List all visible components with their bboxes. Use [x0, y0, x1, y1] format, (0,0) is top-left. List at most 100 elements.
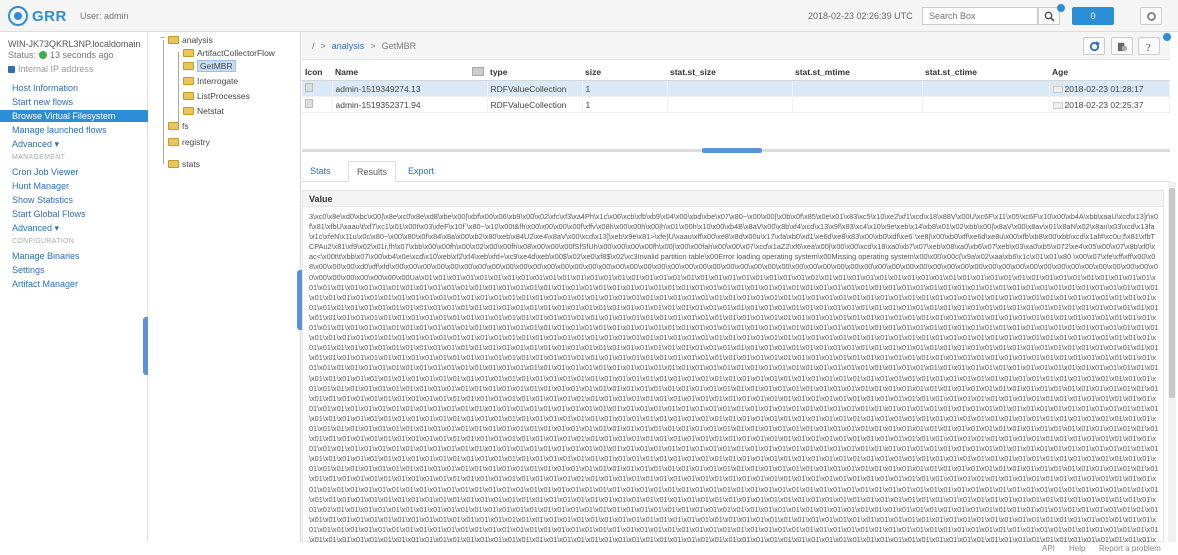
file-type: RDFValueCollection: [487, 96, 583, 113]
file-download-icon: [1117, 42, 1128, 52]
configuration-section-title: CONFIGURATION: [12, 238, 75, 245]
refresh-icon: [1089, 41, 1100, 52]
user-label: User: admin: [80, 11, 129, 21]
tree-node-registry[interactable]: registry: [168, 136, 210, 148]
nav-advanced-client[interactable]: Advanced ▾: [0, 138, 148, 150]
tree-node-label: ListProcesses: [197, 91, 250, 101]
column-header-name[interactable]: Name: [332, 64, 487, 81]
file-size: 1: [582, 96, 668, 113]
svg-text:?: ?: [1146, 42, 1151, 52]
column-header-st-ctime[interactable]: stat.st_ctime: [922, 64, 1049, 81]
tree-node-fs[interactable]: fs: [168, 120, 189, 132]
tree-node-label: stats: [182, 159, 200, 169]
tree-node-interrogate[interactable]: Interrogate: [183, 75, 238, 87]
nav-advanced-management[interactable]: Advanced ▾: [0, 222, 148, 234]
tab-results[interactable]: Results: [348, 161, 397, 182]
breadcrumb-separator: >: [320, 41, 326, 51]
column-header-icon[interactable]: Icon: [302, 64, 332, 81]
nav-cron-job-viewer[interactable]: Cron Job Viewer: [0, 166, 148, 178]
column-header-st-mtime[interactable]: stat.st_mtime: [792, 64, 922, 81]
file-age: 2018-02-23 01:28:17: [1064, 83, 1144, 94]
tree-node-label: registry: [182, 137, 210, 147]
grr-logo[interactable]: GRR: [8, 5, 67, 27]
logo-text: GRR: [32, 7, 67, 25]
results-panel: Value 3\xc0\x8e\xd0\xbc\x00|\x8e\xc0\x8e…: [302, 190, 1164, 542]
file-type: RDFValueCollection: [487, 80, 583, 97]
column-header-size[interactable]: size: [582, 64, 667, 81]
folder-icon: [183, 107, 194, 115]
tree-node-listprocesses[interactable]: ListProcesses: [183, 90, 250, 102]
settings-button[interactable]: [1140, 7, 1162, 25]
nav-browse-virtual-filesystem[interactable]: Browse Virtual Filesystem: [0, 110, 148, 122]
footer-api-link[interactable]: API: [1042, 544, 1055, 553]
tree-node-label: Interrogate: [197, 76, 239, 86]
tree-node-label: GetMBR: [197, 60, 236, 72]
help-button[interactable]: ?: [1138, 37, 1160, 55]
folder-icon: [183, 77, 194, 85]
file-icon: [305, 99, 313, 108]
collect-file-button[interactable]: [1111, 37, 1133, 55]
column-header-age[interactable]: Age: [1049, 64, 1170, 81]
nav-show-statistics[interactable]: Show Statistics: [0, 194, 148, 206]
breadcrumb-root[interactable]: /: [312, 41, 315, 51]
folder-icon: [168, 160, 179, 168]
file-st-mtime: [792, 96, 923, 113]
nav-start-global-flows[interactable]: Start Global Flows: [0, 208, 148, 220]
file-name[interactable]: admin-1519352371.94: [332, 96, 488, 113]
scrollbar-thumb[interactable]: [1169, 188, 1175, 398]
network-icon: [8, 65, 15, 73]
table-row[interactable]: admin-1519352371.94 RDFValueCollection 1…: [302, 96, 1170, 113]
nav-artifact-manager[interactable]: Artifact Manager: [0, 278, 148, 290]
tab-stats[interactable]: Stats: [302, 161, 339, 182]
file-name[interactable]: admin-1519349274.13: [332, 80, 488, 97]
tree-node-analysis[interactable]: analysis: [168, 34, 213, 46]
table-row[interactable]: admin-1519349274.13 RDFValueCollection 1…: [302, 80, 1170, 97]
left-navigation: WIN-JK73QKRL3NP.localdomain Status: 13 s…: [0, 32, 149, 542]
filesystem-tree: − analysis ArtifactCollectorFlow GetMBR …: [148, 32, 301, 542]
nav-manage-binaries[interactable]: Manage Binaries: [0, 250, 148, 262]
calendar-icon: [1052, 101, 1063, 109]
file-st-size: [667, 96, 793, 113]
search-icon: [1044, 11, 1055, 22]
nav-manage-launched-flows[interactable]: Manage launched flows: [0, 124, 148, 136]
tree-node-stats[interactable]: stats: [168, 158, 200, 170]
notifications-button[interactable]: 0: [1072, 7, 1114, 25]
folder-icon: [168, 36, 179, 44]
tree-node-netstat[interactable]: Netstat: [183, 105, 224, 117]
splitter-handle[interactable]: [702, 148, 762, 153]
client-hostname[interactable]: WIN-JK73QKRL3NP.localdomain: [8, 39, 140, 49]
file-icon-cell: [302, 80, 333, 97]
breadcrumb: / > analysis > GetMBR: [312, 41, 416, 51]
refresh-button[interactable]: [1083, 37, 1105, 55]
help-notification-dot: [1163, 33, 1171, 41]
folder-icon: [168, 122, 179, 130]
file-st-ctime: [922, 96, 1050, 113]
help-icon: ?: [1146, 42, 1151, 52]
breadcrumb-analysis[interactable]: analysis: [332, 41, 365, 51]
tree-node-getmbr[interactable]: GetMBR: [183, 60, 236, 72]
column-header-st-size[interactable]: stat.st_size: [667, 64, 792, 81]
breadcrumb-bar: / > analysis > GetMBR ?: [302, 32, 1171, 60]
tree-collapse-toggle[interactable]: −: [160, 34, 167, 42]
gear-icon: [1147, 12, 1156, 21]
calendar-icon: [1052, 85, 1063, 93]
nav-start-new-flows[interactable]: Start new flows: [0, 96, 148, 108]
footer-report-problem-link[interactable]: Report a problem: [1099, 544, 1161, 553]
column-header-type[interactable]: type: [487, 64, 582, 81]
footer-help-link[interactable]: Help: [1069, 544, 1085, 553]
nav-settings[interactable]: Settings: [0, 264, 148, 276]
nav-host-information[interactable]: Host Information: [0, 82, 148, 94]
sort-icon[interactable]: [472, 67, 484, 76]
client-ip: Internal IP address: [8, 64, 93, 74]
tree-node-artifactcollectorflow[interactable]: ArtifactCollectorFlow: [183, 47, 275, 59]
folder-icon: [183, 49, 194, 57]
pane-splitter[interactable]: [302, 148, 1170, 153]
tab-export[interactable]: Export: [400, 161, 442, 182]
results-scrollbar[interactable]: [1168, 182, 1176, 542]
tree-node-label: ArtifactCollectorFlow: [197, 48, 275, 58]
nav-hunt-manager[interactable]: Hunt Manager: [0, 180, 148, 192]
search-input[interactable]: [922, 7, 1038, 25]
client-status: Status: 13 seconds ago: [8, 50, 114, 60]
file-age: 2018-02-23 02:25:37: [1064, 99, 1144, 110]
folder-icon: [168, 138, 179, 146]
